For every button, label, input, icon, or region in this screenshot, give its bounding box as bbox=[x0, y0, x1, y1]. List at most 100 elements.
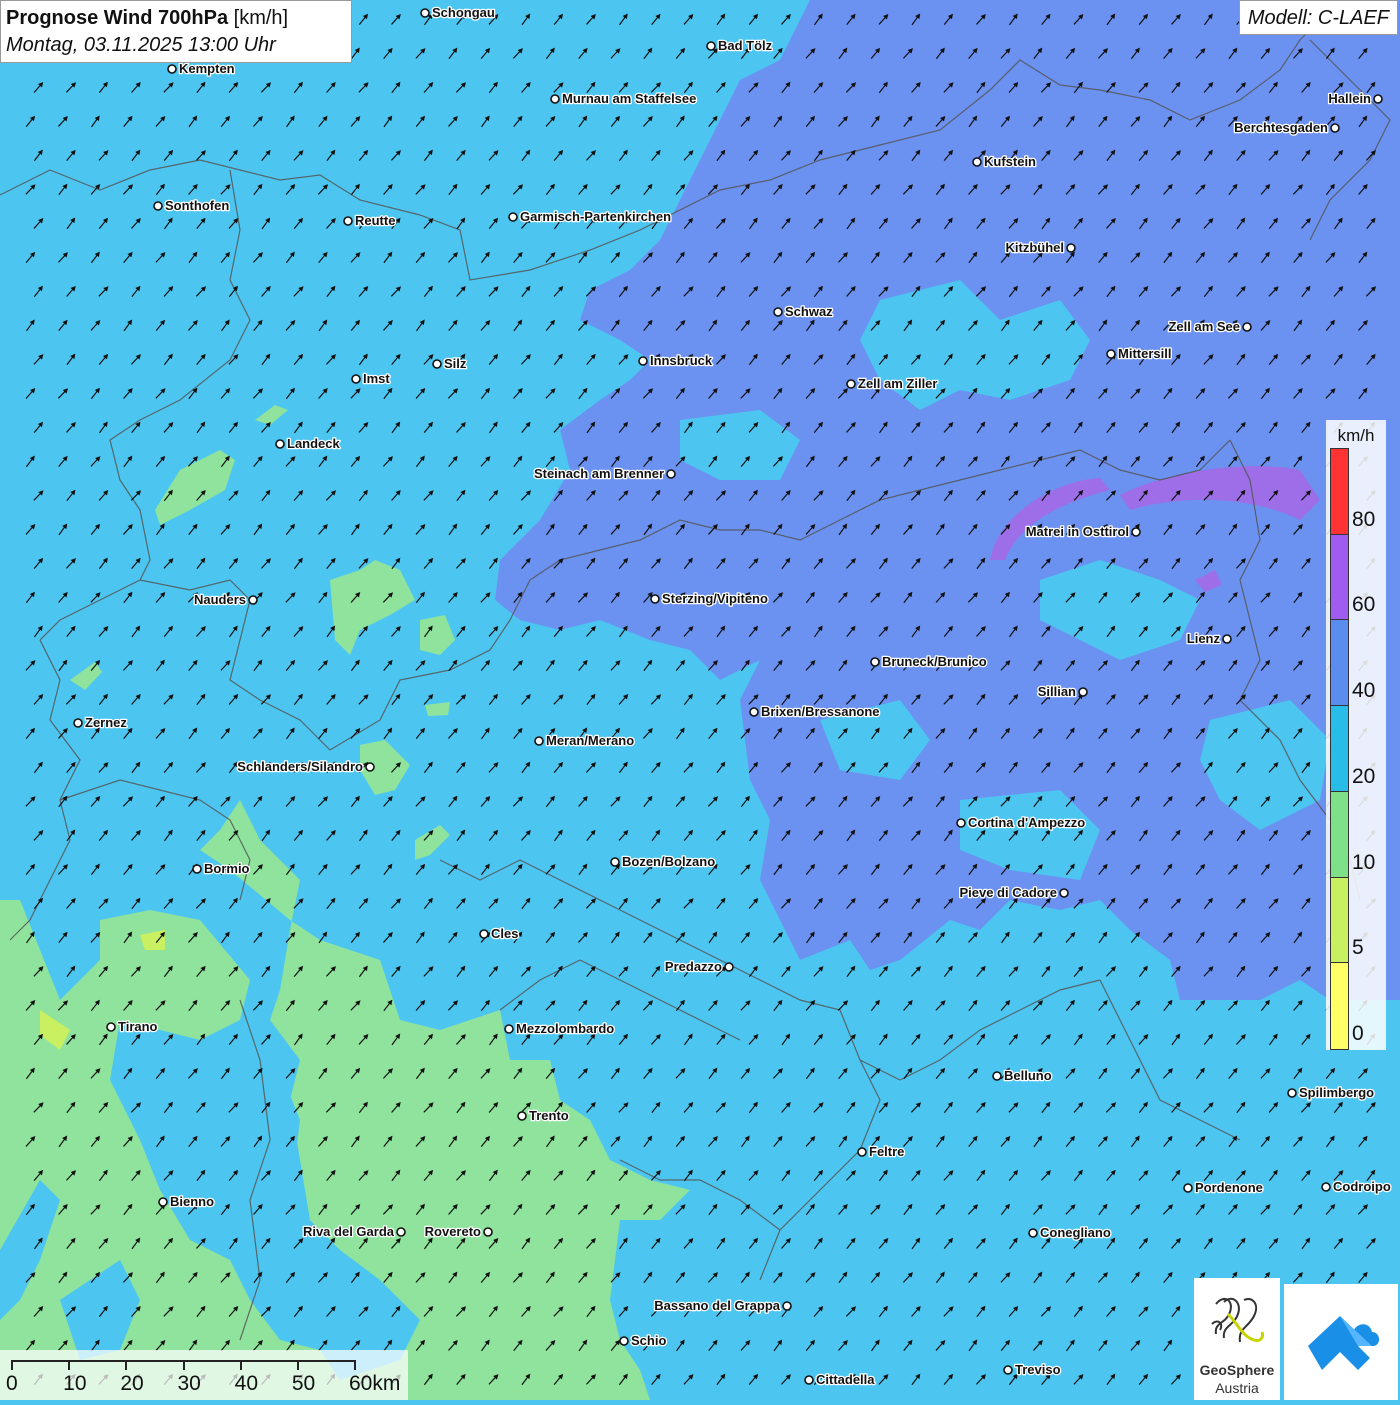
city-label: Berchtesgaden bbox=[1234, 120, 1328, 135]
city-label: Bozen/Bolzano bbox=[622, 854, 715, 869]
legend-label: 10 bbox=[1352, 850, 1376, 874]
color-legend: km/h 80 60 40 20 10 5 0 bbox=[1326, 420, 1386, 1050]
city-label: Steinach am Brenner bbox=[534, 466, 664, 481]
city-dot bbox=[106, 1022, 116, 1032]
city-label: Schio bbox=[631, 1333, 666, 1348]
city-dot bbox=[550, 94, 560, 104]
city-marker: Codroipo bbox=[1321, 1178, 1392, 1195]
city-label: Kufstein bbox=[984, 154, 1036, 169]
city-dot bbox=[1106, 349, 1116, 359]
map-title-unit: [km/h] bbox=[233, 7, 289, 29]
city-dot bbox=[1321, 1182, 1331, 1192]
city-label: Cortina d'Ampezzo bbox=[968, 815, 1085, 830]
city-dot bbox=[192, 864, 202, 874]
city-label: Hallein bbox=[1328, 91, 1371, 106]
geosphere-name: GeoSphere bbox=[1199, 1362, 1275, 1378]
scale-tick bbox=[182, 1360, 185, 1370]
city-label: Bormio bbox=[204, 861, 250, 876]
city-dot bbox=[396, 1227, 406, 1237]
city-label: Bruneck/Brunico bbox=[882, 654, 987, 669]
city-label: Mittersill bbox=[1118, 346, 1171, 361]
model-label: Modell: C-LAEF bbox=[1238, 0, 1398, 35]
city-dot bbox=[804, 1375, 814, 1385]
city-label: Kitzbühel bbox=[1006, 240, 1065, 255]
scale-label: 50 bbox=[291, 1372, 316, 1395]
city-dot bbox=[782, 1301, 792, 1311]
city-marker: Zell am See bbox=[1167, 318, 1252, 335]
city-marker: Innsbruck bbox=[638, 352, 714, 369]
city-marker: Murnau am Staffelsee bbox=[550, 90, 698, 107]
city-marker: Schongau bbox=[420, 4, 496, 21]
legend-swatch bbox=[1331, 877, 1348, 964]
city-dot bbox=[153, 201, 163, 211]
city-label: Mezzolombardo bbox=[516, 1021, 614, 1036]
forecast-datetime: Montag, 03.11.2025 13:00 Uhr bbox=[6, 34, 276, 56]
city-dot bbox=[1183, 1183, 1193, 1193]
legend-swatch bbox=[1331, 963, 1348, 1049]
title-box: Prognose Wind 700hPa [km/h] Montag, 03.1… bbox=[0, 0, 352, 63]
city-dot bbox=[1003, 1365, 1013, 1375]
city-marker: Meran/Merano bbox=[534, 732, 635, 749]
city-marker: Pordenone bbox=[1183, 1179, 1264, 1196]
city-label: Innsbruck bbox=[650, 353, 713, 368]
legend-swatch bbox=[1331, 534, 1348, 621]
city-dot bbox=[1330, 123, 1340, 133]
city-dot bbox=[749, 707, 759, 717]
scale-label: 10 bbox=[63, 1372, 87, 1395]
city-dot bbox=[972, 157, 982, 167]
legend-swatch bbox=[1331, 449, 1348, 535]
legend-unit: km/h bbox=[1337, 426, 1375, 445]
city-dot bbox=[666, 469, 676, 479]
city-label: Bienno bbox=[170, 1194, 214, 1209]
city-dot bbox=[167, 64, 177, 74]
city-dot bbox=[1066, 243, 1076, 253]
city-dot bbox=[638, 356, 648, 366]
city-dot bbox=[724, 962, 734, 972]
city-label: Bassano del Grappa bbox=[654, 1298, 780, 1313]
legend-color-bar bbox=[1330, 448, 1349, 1050]
city-marker: Schlanders/Silandro bbox=[236, 758, 375, 775]
legend-label: 20 bbox=[1352, 764, 1376, 788]
city-dot bbox=[248, 595, 258, 605]
city-label: Zell am See bbox=[1168, 319, 1240, 334]
city-marker: Bruneck/Brunico bbox=[870, 653, 988, 670]
scale-tick bbox=[68, 1360, 71, 1370]
city-label: Belluno bbox=[1004, 1068, 1052, 1083]
city-dot bbox=[73, 718, 83, 728]
city-dot bbox=[773, 307, 783, 317]
geosphere-logo[interactable]: GeoSphere Austria bbox=[1194, 1278, 1280, 1400]
city-marker: Pieve di Cadore bbox=[958, 884, 1069, 901]
city-label: Riva del Garda bbox=[303, 1224, 395, 1239]
geosphere-country: Austria bbox=[1215, 1380, 1259, 1396]
city-label: Murnau am Staffelsee bbox=[562, 91, 696, 106]
city-label: Bad Tölz bbox=[718, 38, 773, 53]
city-dot bbox=[1242, 322, 1252, 332]
city-marker: Brixen/Bressanone bbox=[749, 703, 881, 720]
city-marker: Matrei in Osttirol bbox=[1024, 523, 1141, 540]
city-dot bbox=[956, 818, 966, 828]
city-dot bbox=[1131, 527, 1141, 537]
legend-label: 60 bbox=[1352, 593, 1376, 617]
city-dot bbox=[1028, 1228, 1038, 1238]
city-dot bbox=[1078, 687, 1088, 697]
city-label: Schlanders/Silandro bbox=[237, 759, 363, 774]
city-marker: Conegliano bbox=[1028, 1224, 1112, 1241]
city-label: Sterzing/Vipiteno bbox=[662, 591, 768, 606]
legend-label: 80 bbox=[1352, 507, 1376, 531]
city-dot bbox=[1287, 1088, 1297, 1098]
city-label: Reutte bbox=[355, 213, 395, 228]
city-label: Schwaz bbox=[785, 304, 833, 319]
legend-label: 0 bbox=[1352, 1022, 1364, 1045]
legend-label: 5 bbox=[1352, 936, 1364, 960]
city-label: Feltre bbox=[869, 1144, 904, 1159]
app-logo[interactable] bbox=[1284, 1284, 1398, 1400]
scale-label: 40 bbox=[234, 1372, 259, 1395]
city-label: Nauders bbox=[194, 592, 246, 607]
city-marker: Sterzing/Vipiteno bbox=[650, 590, 769, 607]
city-marker: Berchtesgaden bbox=[1233, 119, 1340, 136]
city-dot bbox=[846, 379, 856, 389]
city-label: Zernez bbox=[85, 715, 127, 730]
city-dot bbox=[534, 736, 544, 746]
city-label: Cittadella bbox=[816, 1372, 875, 1387]
city-label: Pordenone bbox=[1195, 1180, 1263, 1195]
